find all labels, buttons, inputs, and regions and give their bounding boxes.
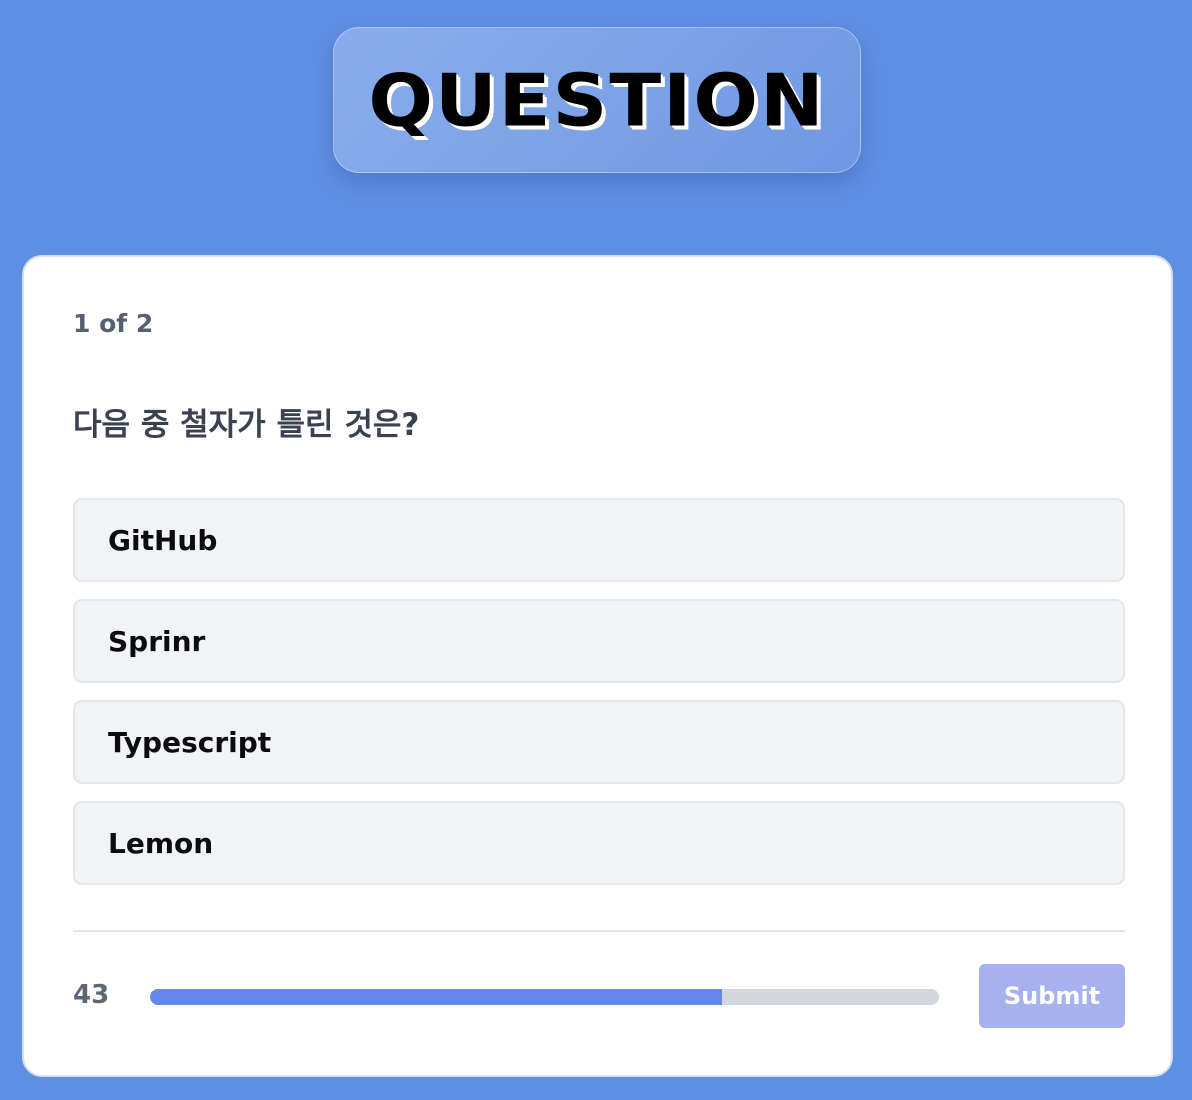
timer-progress-fill: [150, 989, 723, 1005]
answer-option-1[interactable]: GitHub: [73, 498, 1125, 582]
question-text: 다음 중 철자가 틀린 것은?: [73, 407, 420, 443]
answer-option-4[interactable]: Lemon: [73, 801, 1125, 885]
footer-divider: [73, 930, 1125, 932]
page-title: QUESTION: [368, 58, 826, 143]
quiz-card: 1 of 2 다음 중 철자가 틀린 것은? GitHub Sprinr Typ…: [22, 255, 1173, 1077]
timer-progress-bar: [150, 989, 939, 1005]
submit-button[interactable]: Submit: [979, 964, 1125, 1028]
answer-option-3[interactable]: Typescript: [73, 700, 1125, 784]
question-counter: 1 of 2: [73, 309, 154, 338]
title-banner: QUESTION: [333, 27, 861, 173]
timer-count: 43: [73, 980, 110, 1010]
answer-options: GitHub Sprinr Typescript Lemon: [73, 498, 1125, 902]
quiz-footer: 43 Submit: [73, 964, 1125, 1028]
answer-option-2[interactable]: Sprinr: [73, 599, 1125, 683]
